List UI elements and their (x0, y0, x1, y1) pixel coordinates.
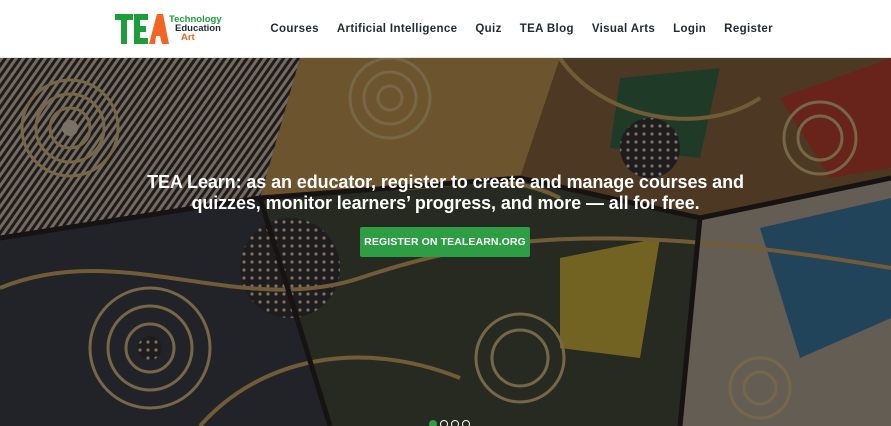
nav-item-register[interactable]: Register (724, 23, 773, 35)
logo-word-art: Art (181, 32, 195, 43)
logo-wordmark: Technology Education Art (169, 15, 222, 43)
slider-pagination (429, 420, 470, 426)
hero-headline-line-2: quizzes, monitor learners’ progress, and… (191, 193, 700, 213)
logo-word-education: Education (175, 23, 221, 34)
hero-headline: TEA Learn: as an educator, register to c… (0, 172, 891, 214)
hero-slider: TEA Learn: as an educator, register to c… (0, 58, 891, 426)
slider-dot-1[interactable] (429, 420, 437, 426)
nav-item-tea-blog[interactable]: TEA Blog (520, 23, 574, 35)
nav-item-login[interactable]: Login (673, 23, 706, 35)
nav-item-artificial-intelligence[interactable]: Artificial Intelligence (337, 23, 458, 35)
site-header: Technology Education Art Courses Artific… (0, 0, 891, 58)
main-nav: Courses Artificial Intelligence Quiz TEA… (270, 0, 773, 58)
site-logo[interactable]: Technology Education Art (115, 12, 235, 46)
slider-dot-4[interactable] (462, 420, 470, 426)
tea-logo-icon (115, 14, 169, 44)
hero-headline-line-1: TEA Learn: as an educator, register to c… (147, 172, 744, 192)
slider-dot-3[interactable] (451, 420, 459, 426)
nav-item-quiz[interactable]: Quiz (475, 23, 501, 35)
slider-dot-2[interactable] (440, 420, 448, 426)
register-tealearn-button[interactable]: REGISTER ON TEALEARN.ORG (360, 227, 530, 257)
nav-item-visual-arts[interactable]: Visual Arts (592, 23, 655, 35)
nav-item-courses[interactable]: Courses (270, 23, 318, 35)
